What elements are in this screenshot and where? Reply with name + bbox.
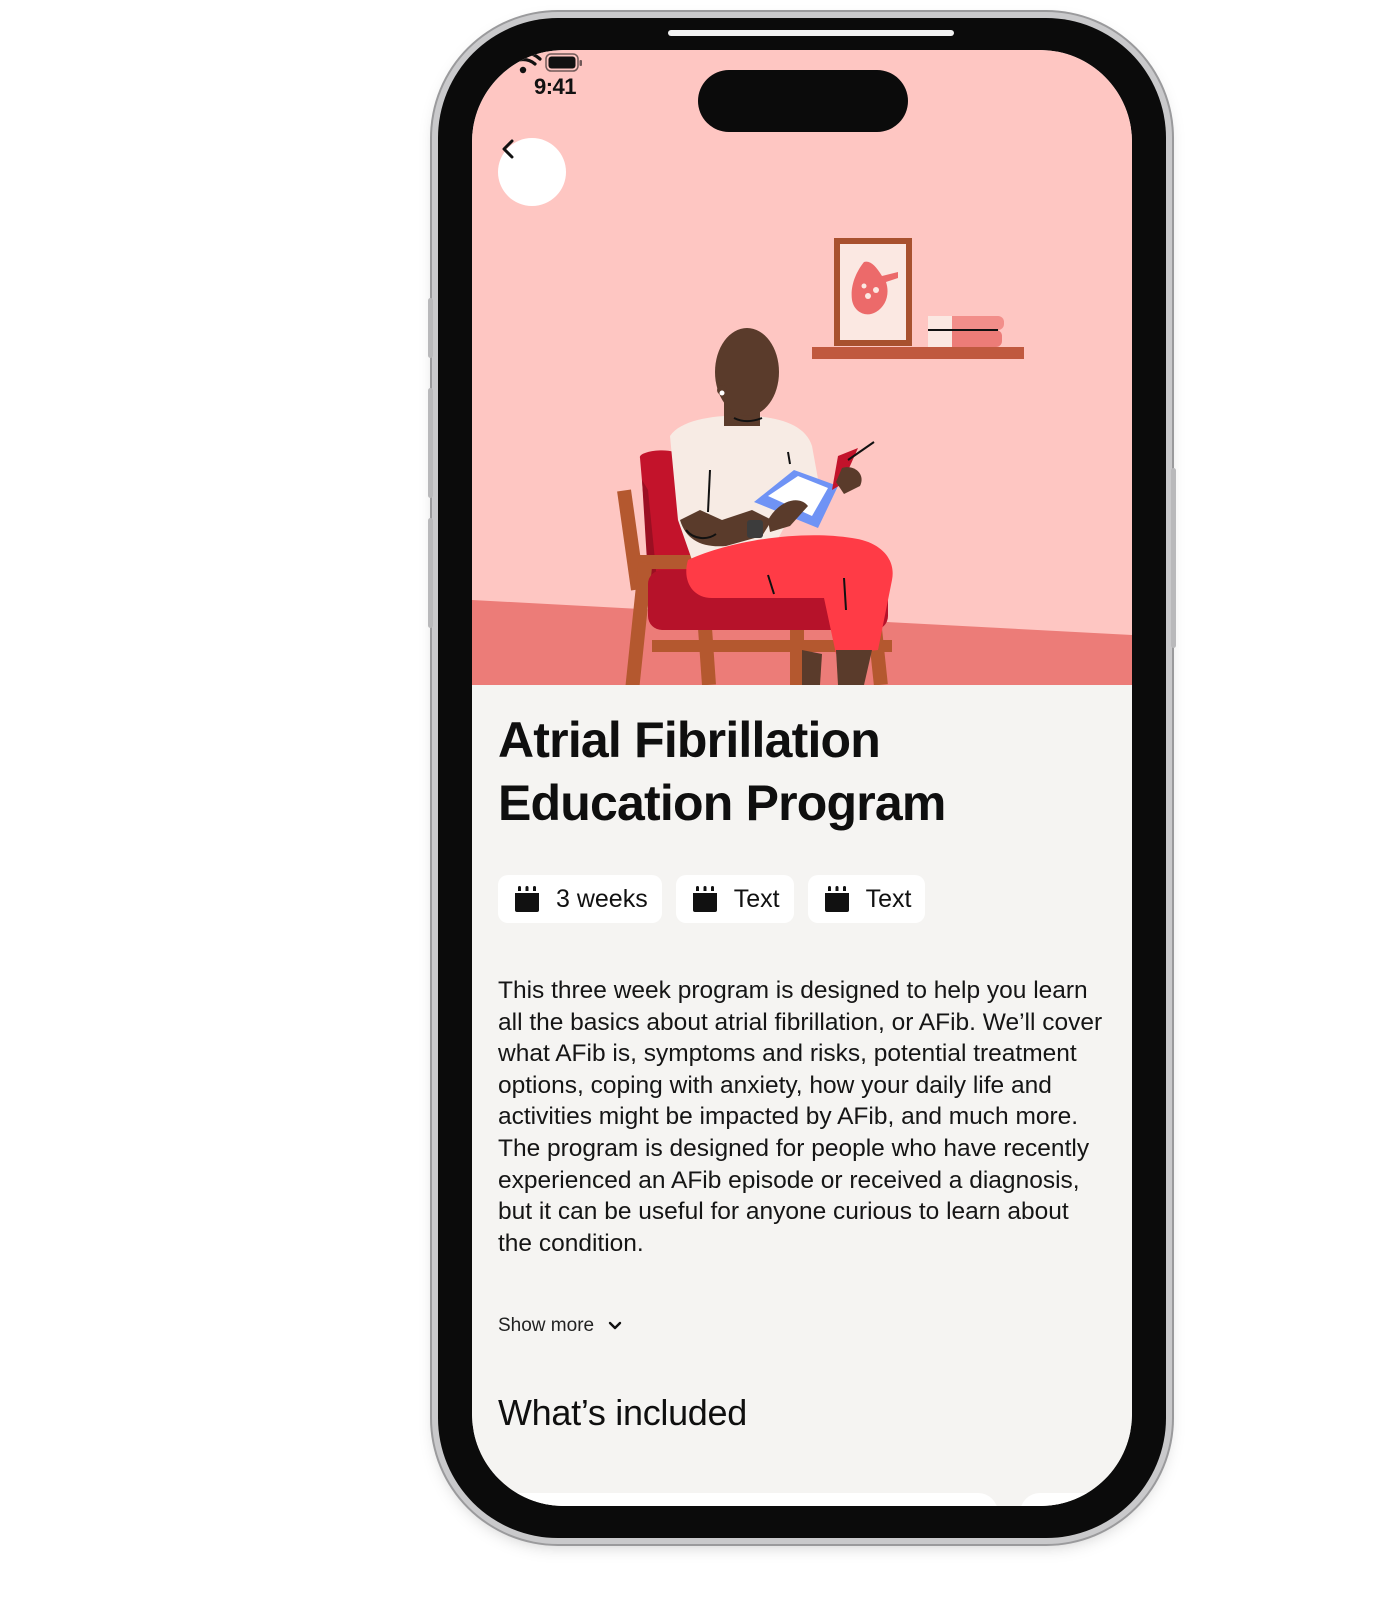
program-title: Atrial Fibrillation Education Program [498, 712, 946, 831]
tag-format: Text [675, 875, 794, 923]
volume-up-button [428, 388, 433, 498]
app-screen: 9:41 Atrial Fibrillation Education Progr… [472, 50, 1132, 1506]
tag-label: 3 weeks [556, 884, 648, 913]
power-button [1171, 468, 1176, 648]
tag-extra: Text [807, 875, 926, 923]
included-card[interactable] [1020, 1493, 1132, 1506]
phone-top-highlight [668, 30, 954, 36]
tag-label: Text [733, 884, 780, 913]
wifi-icon [504, 50, 542, 74]
hero-illustration: 9:41 [472, 50, 1132, 685]
battery-icon [545, 53, 582, 72]
show-more-button[interactable]: Show more [498, 1315, 622, 1337]
status-bar: 9:41 [472, 50, 1132, 140]
reading-man-illustration [472, 238, 1132, 685]
tag-duration: 3 weeks [498, 875, 662, 923]
calendar-icon [824, 886, 849, 912]
program-tags: 3 weeks Text Text [498, 875, 926, 923]
phone-frame: 9:41 Atrial Fibrillation Education Progr… [428, 18, 1176, 1538]
program-description: This three week program is designed to h… [498, 977, 1103, 1257]
show-more-label: Show more [498, 1315, 595, 1336]
signal-icon [472, 54, 498, 73]
status-icons [472, 50, 582, 74]
dynamic-island [698, 70, 908, 132]
volume-down-button [428, 518, 433, 628]
whats-included-heading: What’s included [498, 1392, 747, 1433]
status-time: 9:41 [534, 74, 577, 99]
chevron-left-icon [502, 139, 514, 159]
included-card[interactable] [498, 1493, 998, 1506]
calendar-icon [515, 886, 539, 912]
tag-label: Text [865, 884, 912, 913]
calendar-icon [692, 886, 717, 912]
program-details: Atrial Fibrillation Education Program 3 … [472, 685, 1132, 1506]
action-button [428, 298, 433, 358]
chevron-down-icon [608, 1321, 622, 1330]
back-button[interactable] [498, 138, 566, 206]
